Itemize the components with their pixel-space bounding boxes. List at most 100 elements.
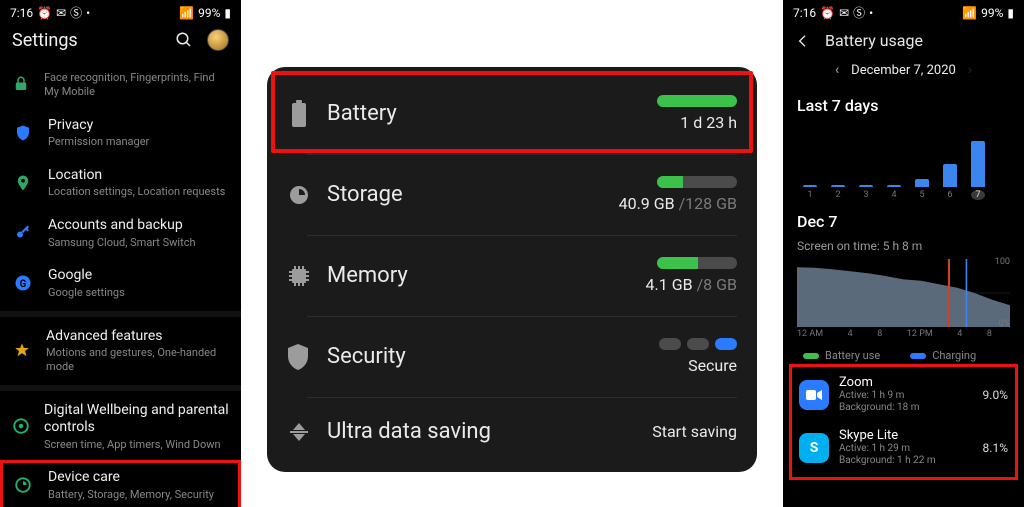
app-icon: S xyxy=(799,433,829,463)
row-subtitle: Motions and gestures, One-handed mode xyxy=(46,346,229,374)
row-label: Security xyxy=(327,344,406,369)
row-label: Memory xyxy=(327,263,408,288)
legend-dot-charging xyxy=(910,353,926,359)
device-care-row-memory[interactable]: Memory 4.1 GB /8 GB xyxy=(267,235,757,316)
row-label: Storage xyxy=(327,182,403,207)
battery-pct: 99% xyxy=(981,6,1003,20)
y-label-top: 100 xyxy=(995,257,1010,267)
settings-row-location[interactable]: Location Location settings, Location req… xyxy=(0,158,241,208)
wifi-icon: 📶 xyxy=(179,6,194,20)
status-bar: 7:16 ⏰ ✉ Ⓢ • 📶 99% ▮ xyxy=(0,0,241,23)
svg-text:G: G xyxy=(20,279,27,290)
wifi-icon: 📶 xyxy=(962,6,977,20)
app-row-skype-lite[interactable]: S Skype Lite Active: 1 h 29 m Background… xyxy=(797,421,1010,474)
settings-row-privacy[interactable]: Privacy Permission manager xyxy=(0,108,241,158)
back-icon[interactable] xyxy=(795,33,811,49)
current-date: December 7, 2020 xyxy=(851,63,956,78)
settings-row-device-care[interactable]: Device care Battery, Storage, Memory, Se… xyxy=(0,460,241,507)
pin-icon xyxy=(12,174,34,192)
day-label[interactable]: 3 xyxy=(859,190,873,200)
row-value: 4.1 GB /8 GB xyxy=(646,275,737,294)
legend-charging: Charging xyxy=(932,349,976,362)
mail-icon: ✉ xyxy=(56,6,66,20)
day-label[interactable]: 5 xyxy=(915,190,929,200)
row-subtitle: Google settings xyxy=(48,286,125,300)
x-label: 12 AM xyxy=(797,329,823,339)
app-name: Zoom xyxy=(839,375,920,390)
x-label: 8 xyxy=(987,329,992,339)
battery-icon xyxy=(287,100,327,128)
legend-use: Battery use xyxy=(825,349,880,362)
day-heading: Dec 7 xyxy=(797,212,1010,231)
alarm-icon: ⏰ xyxy=(820,6,835,20)
settings-row-biometrics[interactable]: Face recognition, Fingerprints, Find My … xyxy=(0,61,241,108)
settings-row-accounts-and-backup[interactable]: Accounts and backup Samsung Cloud, Smart… xyxy=(0,208,241,258)
row-title: Digital Wellbeing and parental controls xyxy=(44,402,229,437)
day-bar[interactable] xyxy=(831,125,845,187)
day-bar[interactable] xyxy=(943,125,957,187)
battery-icon: ▮ xyxy=(224,6,231,20)
mail-icon: ✉ xyxy=(839,6,849,20)
row-subtitle: Face recognition, Fingerprints, Find My … xyxy=(44,71,229,99)
row-title: Advanced features xyxy=(46,328,229,346)
skype-icon: Ⓢ xyxy=(70,4,82,21)
day-label[interactable]: 6 xyxy=(943,190,957,200)
app-background: Background: 18 m xyxy=(839,402,920,414)
settings-row-digital-wellbeing-and-parental-controls[interactable]: Digital Wellbeing and parental controls … xyxy=(0,393,241,461)
settings-row-advanced-features[interactable]: Advanced features Motions and gestures, … xyxy=(0,319,241,383)
battery-icon: ▮ xyxy=(1007,6,1014,20)
day-bar[interactable] xyxy=(803,125,817,187)
screen-on-time: Screen on time: 5 h 8 m xyxy=(797,239,1010,253)
settings-row-google[interactable]: G Google Google settings xyxy=(0,258,241,308)
row-title: Privacy xyxy=(48,117,149,135)
app-name: Skype Lite xyxy=(839,428,936,443)
app-active: Active: 1 h 29 m xyxy=(839,443,936,455)
settings-screen: 7:16 ⏰ ✉ Ⓢ • 📶 99% ▮ Settings Face recog… xyxy=(0,0,241,507)
uds-icon xyxy=(287,420,327,444)
day-bar[interactable] xyxy=(915,125,929,187)
battery-level-chart[interactable]: 100 0% xyxy=(797,259,1010,327)
wellbeing-icon xyxy=(12,417,30,435)
next-day-icon: › xyxy=(968,62,972,78)
row-title: Accounts and backup xyxy=(48,217,196,235)
day-label[interactable]: 7 xyxy=(971,190,985,200)
page-title: Battery usage xyxy=(825,31,923,50)
x-label: 8 xyxy=(877,329,882,339)
row-subtitle: Battery, Storage, Memory, Security xyxy=(48,488,214,502)
battery-usage-screen: 7:16 ⏰ ✉ Ⓢ • 📶 99% ▮ Battery usage ‹ Dec… xyxy=(783,0,1024,507)
row-label: Ultra data saving xyxy=(327,419,491,444)
x-label: 4 xyxy=(957,329,962,339)
prev-day-icon[interactable]: ‹ xyxy=(835,62,839,78)
row-value: Start saving xyxy=(652,422,737,441)
titlebar: Battery usage xyxy=(783,23,1024,58)
avatar[interactable] xyxy=(207,29,229,51)
app-row-zoom[interactable]: Zoom Active: 1 h 9 m Background: 18 m 9.… xyxy=(797,368,1010,421)
key-icon xyxy=(12,224,34,242)
device-care-card: Battery1 d 23 h Storage 40.9 GB /128 GB Mem… xyxy=(267,67,757,472)
day-bar[interactable] xyxy=(971,125,985,187)
storage-icon xyxy=(287,183,327,207)
day-bar[interactable] xyxy=(859,125,873,187)
device-care-row-security[interactable]: SecuritySecure xyxy=(267,316,757,397)
lock-icon xyxy=(12,75,30,93)
day-label[interactable]: 4 xyxy=(887,190,901,200)
legend-dot-use xyxy=(803,353,819,359)
device-care-row-storage[interactable]: Storage 40.9 GB /128 GB xyxy=(267,154,757,235)
search-icon[interactable] xyxy=(175,31,193,49)
app-background: Background: 1 h 22 m xyxy=(839,455,936,467)
day-label[interactable]: 1 xyxy=(803,190,817,200)
last7-bar-chart[interactable] xyxy=(797,123,1010,187)
day-label[interactable]: 2 xyxy=(831,190,845,200)
row-subtitle: Screen time, App timers, Wind Down xyxy=(44,438,229,452)
app-active: Active: 1 h 9 m xyxy=(839,390,920,402)
row-value: 40.9 GB /128 GB xyxy=(619,194,737,213)
shield-icon xyxy=(12,124,34,142)
date-nav: ‹ December 7, 2020 › xyxy=(783,58,1024,88)
row-title: Device care xyxy=(48,469,214,487)
device-care-row-battery[interactable]: Battery1 d 23 h xyxy=(267,73,757,154)
more-icon: • xyxy=(869,6,873,20)
device-care-row-uds[interactable]: Ultra data saving Start saving xyxy=(267,397,757,466)
y-label-bottom: 0% xyxy=(998,319,1010,329)
day-bar[interactable] xyxy=(887,125,901,187)
titlebar: Settings xyxy=(0,23,241,61)
